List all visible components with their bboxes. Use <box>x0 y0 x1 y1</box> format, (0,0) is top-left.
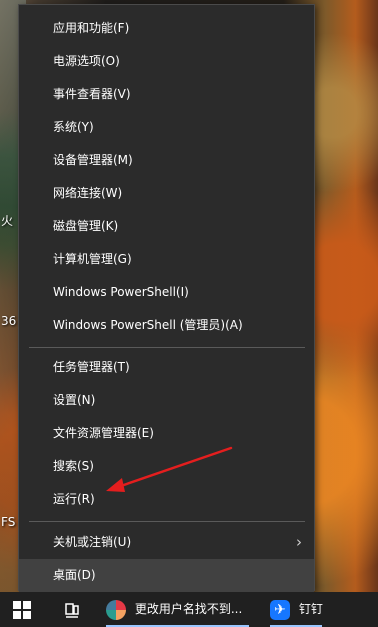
menu-item-run[interactable]: 运行(R) <box>19 483 314 516</box>
menu-separator <box>29 347 305 348</box>
menu-item-desktop[interactable]: 桌面(D) <box>19 559 314 592</box>
task-view-icon[interactable] <box>63 601 81 619</box>
menu-item-shutdown-signout[interactable]: 关机或注销(U) › <box>19 526 314 559</box>
menu-item-system[interactable]: 系统(Y) <box>19 111 314 144</box>
windows-taskbar: 更改用户名找不到... ✈ 钉钉 <box>0 592 378 627</box>
windows-start-icon[interactable] <box>13 601 31 619</box>
taskbar-app-dingtalk[interactable]: ✈ 钉钉 <box>270 594 350 625</box>
menu-group-system-tools: 应用和功能(F) 电源选项(O) 事件查看器(V) 系统(Y) 设备管理器(M)… <box>19 12 314 342</box>
menu-item-label: 关机或注销(U) <box>53 535 132 549</box>
taskbar-app-rename-user[interactable]: 更改用户名找不到... <box>106 594 249 625</box>
taskbar-app-label: 更改用户名找不到... <box>134 602 243 616</box>
winx-context-menu: 应用和功能(F) 电源选项(O) 事件查看器(V) 系统(Y) 设备管理器(M)… <box>18 4 315 592</box>
menu-separator <box>29 521 305 522</box>
menu-item-settings[interactable]: 设置(N) <box>19 384 314 417</box>
menu-item-windows-powershell-admin[interactable]: Windows PowerShell (管理员)(A) <box>19 309 314 342</box>
menu-item-disk-management[interactable]: 磁盘管理(K) <box>19 210 314 243</box>
menu-item-power-options[interactable]: 电源选项(O) <box>19 45 314 78</box>
menu-group-user-tools: 任务管理器(T) 设置(N) 文件资源管理器(E) 搜索(S) 运行(R) <box>19 351 314 516</box>
dingtalk-icon: ✈ <box>270 599 290 620</box>
menu-item-device-manager[interactable]: 设备管理器(M) <box>19 144 314 177</box>
menu-group-session: 关机或注销(U) › 桌面(D) <box>19 526 314 592</box>
desktop-label-360[interactable]: 36 <box>1 314 16 328</box>
menu-item-network-connections[interactable]: 网络连接(W) <box>19 177 314 210</box>
menu-item-file-explorer[interactable]: 文件资源管理器(E) <box>19 417 314 450</box>
menu-item-windows-powershell[interactable]: Windows PowerShell(I) <box>19 276 314 309</box>
menu-item-task-manager[interactable]: 任务管理器(T) <box>19 351 314 384</box>
taskbar-app-label: 钉钉 <box>298 602 323 616</box>
desktop-label-fire[interactable]: 火 <box>1 212 13 229</box>
colorful-circle-app-icon <box>106 599 126 620</box>
menu-item-computer-management[interactable]: 计算机管理(G) <box>19 243 314 276</box>
menu-item-apps-features[interactable]: 应用和功能(F) <box>19 12 314 45</box>
chevron-right-icon: › <box>296 533 302 551</box>
desktop-label-fs[interactable]: FS <box>1 515 15 529</box>
menu-item-search[interactable]: 搜索(S) <box>19 450 314 483</box>
menu-item-event-viewer[interactable]: 事件查看器(V) <box>19 78 314 111</box>
